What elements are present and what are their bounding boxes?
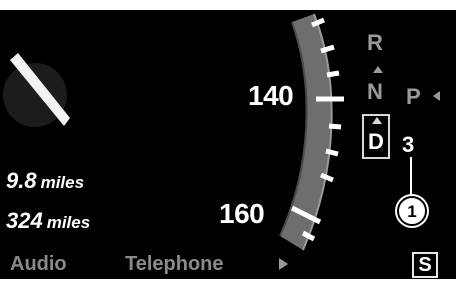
trip-distance-2-value: 324 [6,208,43,233]
callout-leader-line [410,157,412,197]
trip-distance-1-value: 9.8 [6,168,37,193]
dial-tick [325,148,339,157]
triangle-up-icon [373,66,383,73]
speed-label-140: 140 [248,80,294,111]
instrument-cluster-display: 140 160 9.8 miles 324 miles Audio Telephon… [0,0,456,285]
gear-reverse: R [367,30,383,55]
sport-mode-indicator: S [412,252,438,278]
menu-item-audio[interactable]: Audio [10,253,67,276]
dial-tick [328,123,342,130]
trip-distance-2: 324 miles [6,208,90,234]
current-gear-number: 3 [402,132,415,157]
triangle-up-icon [372,117,382,124]
speed-label-160: 160 [219,198,265,229]
bottom-border [0,279,456,285]
triangle-left-icon [433,91,440,101]
trip-distance-1: 9.8 miles [6,168,84,194]
gear-neutral: N [367,79,383,104]
menu-item-telephone[interactable]: Telephone [125,253,224,276]
dial-tick [326,70,340,78]
trip-distance-2-unit: miles [46,213,91,232]
trip-distance-1-unit: miles [40,173,85,192]
callout-marker: 1 [397,196,427,226]
gear-park: P [406,84,421,109]
triangle-right-icon[interactable] [279,258,288,270]
